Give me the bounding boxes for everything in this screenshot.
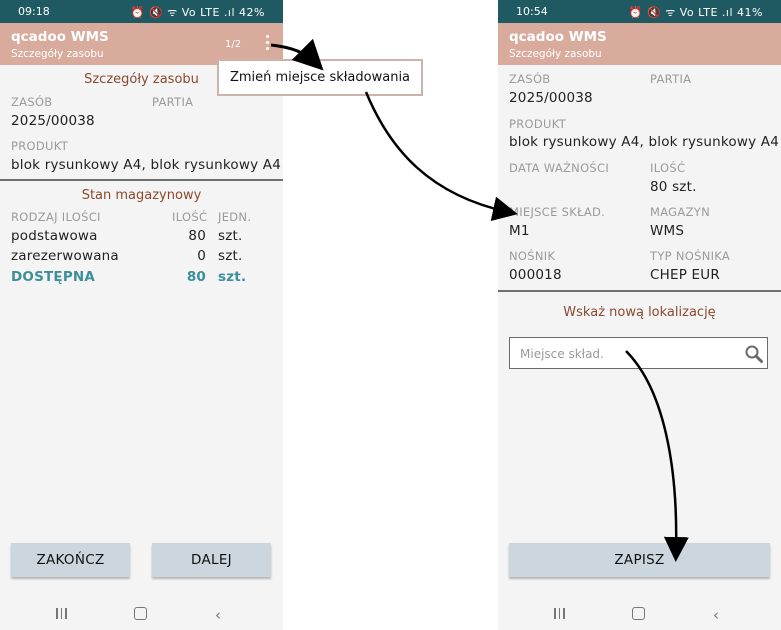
value-carrier: 000018 — [509, 267, 562, 283]
system-nav-bar: ‹ — [0, 597, 283, 630]
value-quantity: 80 szt. — [650, 179, 697, 195]
row-quantity: 80 — [188, 228, 206, 244]
phone-screen-change-location: 10:54 ⏰ 🔇 ᯤ Vo LTE .ıl 41% qcadoo WMS Sz… — [498, 0, 781, 630]
home-icon[interactable] — [632, 607, 645, 620]
storage-location-search[interactable] — [509, 337, 768, 369]
app-title: qcadoo WMS — [509, 29, 607, 45]
value-warehouse: WMS — [650, 223, 685, 239]
table-header-quantity: ILOŚĆ — [172, 210, 208, 224]
app-title: qcadoo WMS — [11, 29, 109, 45]
app-bar: qcadoo WMS Szczegóły zasobu — [498, 23, 781, 65]
search-icon[interactable] — [744, 344, 764, 364]
save-button[interactable]: ZAPISZ — [509, 543, 770, 577]
value-product: blok rysunkowy A4, blok rysunkowy A4 — [11, 157, 282, 173]
storage-location-input[interactable] — [518, 344, 742, 364]
status-icons: ⏰ 🔇 ᯤ Vo LTE .ıl 41% — [628, 6, 763, 19]
label-resource: ZASÓB — [11, 95, 53, 109]
value-resource: 2025/00038 — [11, 113, 95, 129]
back-icon[interactable]: ‹ — [215, 606, 221, 624]
divider — [0, 179, 283, 181]
app-subtitle: Szczegóły zasobu — [509, 48, 602, 60]
label-product: PRODUKT — [11, 139, 69, 153]
label-product: PRODUKT — [509, 117, 567, 131]
row-quantity: 80 — [186, 269, 206, 285]
label-quantity: ILOŚĆ — [650, 161, 686, 175]
next-button[interactable]: DALEJ — [152, 543, 271, 577]
label-resource: ZASÓB — [509, 72, 551, 86]
table-header-type: RODZAJ ILOŚCI — [11, 210, 101, 224]
status-time: 10:54 — [516, 5, 548, 18]
section-title-new-location: Wskaż nową lokalizację — [563, 305, 716, 320]
arrow-to-storage-location — [364, 91, 518, 222]
label-carrier: NOŚNIK — [509, 249, 556, 263]
row-unit: szt. — [218, 248, 243, 264]
value-resource: 2025/00038 — [509, 90, 593, 106]
content-area: ZASÓB PARTIA 2025/00038 PRODUKT blok rys… — [498, 65, 781, 597]
system-nav-bar: ‹ — [498, 597, 781, 630]
row-unit: szt. — [218, 228, 243, 244]
label-batch: PARTIA — [152, 95, 194, 109]
row-unit: szt. — [218, 269, 247, 285]
status-time: 09:18 — [18, 5, 50, 18]
label-batch: PARTIA — [650, 72, 692, 86]
page-indicator: 1/2 — [225, 39, 242, 50]
recent-apps-icon[interactable] — [554, 608, 565, 619]
status-bar: 09:18 ⏰ 🔇 ᯤ Vo LTE .ıl 42% — [0, 0, 283, 23]
label-carrier-type: TYP NOŚNIKA — [650, 249, 731, 263]
app-subtitle: Szczegóły zasobu — [11, 48, 104, 60]
status-bar: 10:54 ⏰ 🔇 ᯤ Vo LTE .ıl 41% — [498, 0, 781, 23]
table-header-unit: JEDN. — [218, 210, 252, 224]
label-expiry: DATA WAŻNOŚCI — [509, 161, 610, 175]
recent-apps-icon[interactable] — [56, 608, 67, 619]
home-icon[interactable] — [134, 607, 147, 620]
more-vert-icon[interactable] — [262, 34, 274, 52]
value-carrier-type: CHEP EUR — [650, 267, 720, 283]
back-icon[interactable]: ‹ — [713, 606, 719, 624]
row-type: DOSTĘPNA — [11, 269, 96, 285]
row-quantity: 0 — [197, 248, 206, 264]
row-type: podstawowa — [11, 228, 98, 244]
finish-button[interactable]: ZAKOŃCZ — [11, 543, 130, 577]
value-storage-location: M1 — [509, 223, 530, 239]
label-storage-location: MIEJSCE SKŁAD. — [509, 205, 606, 219]
change-storage-location-menu-item[interactable]: Zmień miejsce składowania — [217, 59, 423, 96]
row-type: zarezerwowana — [11, 248, 119, 264]
section-title-stock: Stan magazynowy — [81, 188, 202, 203]
content-area: Szczegóły zasobu ZASÓB PARTIA 2025/00038… — [0, 65, 283, 597]
status-icons: ⏰ 🔇 ᯤ Vo LTE .ıl 42% — [130, 6, 265, 19]
label-warehouse: MAGAZYN — [650, 205, 710, 219]
divider — [498, 290, 781, 292]
value-product: blok rysunkowy A4, blok rysunkowy A4 — [509, 134, 780, 150]
